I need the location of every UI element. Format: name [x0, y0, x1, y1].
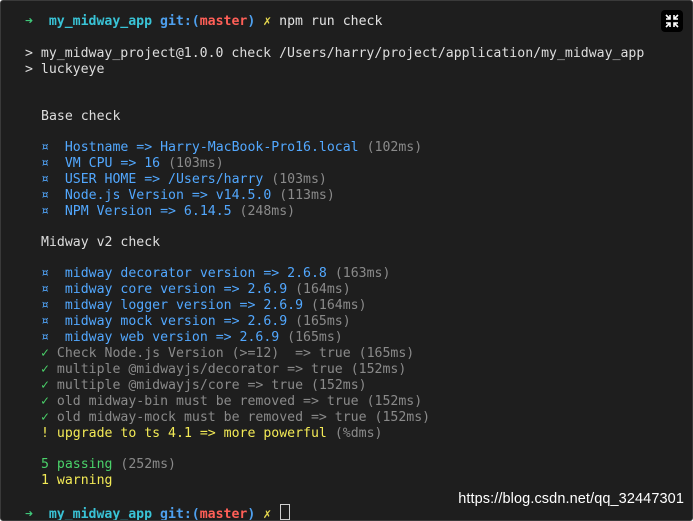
text-cursor[interactable]	[280, 504, 291, 520]
check-time: (152ms)	[374, 410, 431, 425]
check-mark-icon: ✓	[41, 410, 49, 425]
summary-warning: 1 warning	[41, 473, 113, 488]
check-time: (164ms)	[310, 298, 367, 313]
prompt-git-suffix: )	[247, 14, 256, 29]
prompt-branch: master	[199, 14, 248, 29]
prompt-directory: my_midway_app	[48, 507, 153, 521]
script-header-line: > my_midway_project@1.0.0 check /Users/h…	[25, 46, 645, 61]
check-time: (102ms)	[366, 140, 423, 155]
check-time: (%dms)	[334, 426, 383, 441]
check-mark-icon: ✓	[41, 362, 49, 377]
midway-info-item: ¤ midway web version => 2.6.9 (165ms)	[41, 330, 343, 346]
bullet-icon: ¤	[41, 172, 49, 187]
check-time: (152ms)	[311, 378, 367, 393]
midway-info-item: ¤ midway mock version => 2.6.9 (165ms)	[41, 314, 351, 330]
check-text: multiple @midwayjs/decorator => true	[56, 362, 343, 377]
base-check-item: ¤ USER HOME => /Users/harry (103ms)	[41, 172, 327, 188]
check-time: (113ms)	[279, 188, 335, 203]
check-text: Hostname => Harry-MacBook-Pro16.local	[64, 140, 359, 155]
check-mark-icon: ✓	[41, 378, 49, 393]
prompt-git-prefix: git:(	[160, 507, 200, 521]
check-time: (152ms)	[366, 394, 423, 409]
check-text: NPM Version => 6.14.5	[64, 204, 232, 219]
terminal-window[interactable]: ➜ my_midway_app git:(master) ✗ npm run c…	[0, 0, 693, 521]
check-text: VM CPU => 16	[64, 156, 161, 171]
base-check-item: ¤ Node.js Version => v14.5.0 (113ms)	[41, 188, 335, 204]
warning-icon: !	[41, 426, 49, 441]
base-check-item: ¤ VM CPU => 16 (103ms)	[41, 156, 224, 172]
fullscreen-exit-icon	[665, 14, 679, 28]
midway-pass-item: ✓ multiple @midwayjs/decorator => true (…	[41, 362, 406, 378]
passing-time: (252ms)	[120, 457, 176, 472]
check-text: USER HOME => /Users/harry	[64, 172, 264, 187]
check-text: midway logger version => 2.6.9	[64, 298, 304, 313]
midway-check-title: Midway v2 check	[41, 235, 161, 250]
check-text: midway mock version => 2.6.9	[64, 314, 288, 329]
check-time: (165ms)	[287, 330, 343, 345]
midway-warn-item: ! upgrade to ts 4.1 => more powerful (%d…	[41, 426, 382, 442]
bullet-icon: ¤	[41, 298, 49, 313]
check-mark-icon: ✓	[41, 394, 49, 409]
prompt-arrow-icon: ➜	[25, 507, 33, 521]
check-text: midway web version => 2.6.9	[64, 330, 280, 345]
check-text: midway core version => 2.6.9	[64, 282, 288, 297]
check-text: Node.js Version => v14.5.0	[64, 188, 272, 203]
prompt-line: ➜ my_midway_app git:(master) ✗ npm run c…	[25, 14, 382, 30]
check-text: multiple @midwayjs/core => true	[56, 378, 304, 393]
script-header-line: > luckyeye	[25, 62, 105, 77]
midway-info-item: ¤ midway core version => 2.6.9 (164ms)	[41, 282, 351, 298]
bullet-icon: ¤	[41, 330, 49, 345]
summary-passing: 5 passing (252ms)	[41, 457, 176, 473]
base-check-item: ¤ Hostname => Harry-MacBook-Pro16.local …	[41, 140, 422, 156]
check-time: (152ms)	[350, 362, 407, 377]
prompt-arrow-icon: ➜	[25, 14, 33, 29]
midway-info-item: ¤ midway logger version => 2.6.9 (164ms)	[41, 298, 367, 314]
check-mark-icon: ✓	[41, 346, 49, 361]
prompt-git-suffix: )	[247, 507, 256, 521]
check-time: (248ms)	[239, 204, 296, 219]
bullet-icon: ¤	[41, 266, 49, 281]
bullet-icon: ¤	[41, 188, 49, 203]
midway-pass-item: ✓ Check Node.js Version (>=12) => true (…	[41, 346, 414, 362]
check-text: Check Node.js Version (>=12) => true	[56, 346, 351, 361]
bullet-icon: ¤	[41, 314, 49, 329]
prompt-dirty-icon: ✗	[263, 14, 272, 29]
bullet-icon: ¤	[41, 140, 49, 155]
midway-info-item: ¤ midway decorator version => 2.6.8 (163…	[41, 266, 390, 282]
prompt-git-prefix: git:(	[160, 14, 200, 29]
prompt-branch: master	[199, 507, 248, 521]
watermark: https://blog.csdn.net/qq_32447301	[458, 491, 684, 507]
prompt-line[interactable]: ➜ my_midway_app git:(master) ✗	[25, 504, 291, 521]
bullet-icon: ¤	[41, 156, 49, 171]
check-time: (165ms)	[295, 314, 351, 329]
check-time: (164ms)	[295, 282, 351, 297]
prompt-dirty-icon: ✗	[263, 507, 272, 521]
midway-pass-item: ✓ multiple @midwayjs/core => true (152ms…	[41, 378, 367, 394]
check-time: (165ms)	[358, 346, 415, 361]
check-text: old midway-mock must be removed => true	[56, 410, 367, 425]
check-text: upgrade to ts 4.1 => more powerful	[56, 426, 327, 441]
base-check-item: ¤ NPM Version => 6.14.5 (248ms)	[41, 204, 295, 220]
check-time: (103ms)	[271, 172, 327, 187]
prompt-directory: my_midway_app	[48, 14, 153, 29]
fullscreen-toggle-button[interactable]	[661, 10, 683, 32]
midway-pass-item: ✓ old midway-bin must be removed => true…	[41, 394, 422, 410]
base-check-title: Base check	[41, 109, 121, 124]
bullet-icon: ¤	[41, 282, 49, 297]
check-text: old midway-bin must be removed => true	[56, 394, 359, 409]
check-text: midway decorator version => 2.6.8	[64, 266, 327, 281]
passing-count: 5 passing	[41, 457, 113, 472]
check-time: (103ms)	[168, 156, 224, 171]
prompt-command: npm run check	[279, 14, 383, 29]
bullet-icon: ¤	[41, 204, 49, 219]
check-time: (163ms)	[334, 266, 391, 281]
midway-pass-item: ✓ old midway-mock must be removed => tru…	[41, 410, 430, 426]
